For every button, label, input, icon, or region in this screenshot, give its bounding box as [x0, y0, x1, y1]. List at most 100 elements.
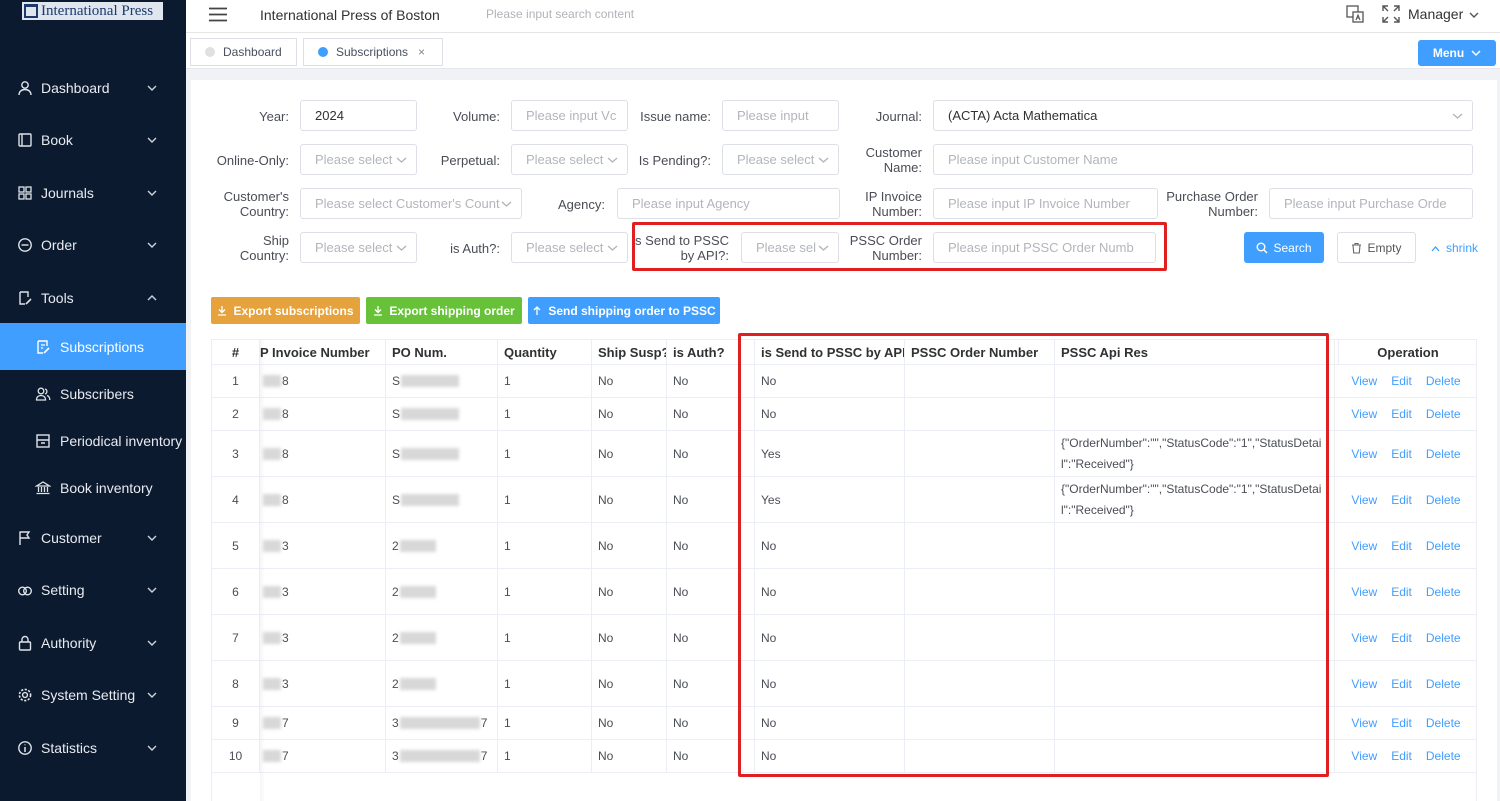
edit-link[interactable]: Edit: [1391, 585, 1412, 599]
invoice-tail: 3: [282, 538, 289, 553]
sidebar-item-statistics[interactable]: Statistics: [0, 725, 186, 771]
bank-icon: [35, 480, 51, 494]
ip-invoice-input[interactable]: Please input IP Invoice Number: [933, 188, 1158, 219]
customer-name-input[interactable]: Please input Customer Name: [933, 144, 1473, 175]
empty-button[interactable]: Empty: [1337, 232, 1416, 263]
sidebar-item-journals[interactable]: Journals: [0, 170, 186, 216]
cell-quantity: 1: [498, 615, 592, 661]
redacted-text: [401, 408, 460, 420]
tab-subscriptions[interactable]: Subscriptions ×: [303, 38, 443, 66]
sidebar-item-tools[interactable]: Tools: [0, 275, 186, 321]
cell-is-send-pssc: No: [755, 365, 905, 398]
menu-button[interactable]: Menu: [1418, 40, 1496, 66]
label-line: Number:: [1208, 204, 1258, 219]
view-link[interactable]: View: [1351, 493, 1377, 507]
delete-link[interactable]: Delete: [1426, 677, 1461, 691]
view-link[interactable]: View: [1351, 631, 1377, 645]
sidebar-item-book[interactable]: Book: [0, 117, 186, 163]
cell-ship-susp: No: [592, 707, 667, 740]
sidebar-item-customer[interactable]: Customer: [0, 515, 186, 561]
delete-link[interactable]: Delete: [1426, 749, 1461, 763]
volume-input[interactable]: Please input Vc: [511, 100, 628, 131]
view-link[interactable]: View: [1351, 407, 1377, 421]
sidebar-item-periodical-inventory[interactable]: Periodical inventory: [0, 417, 186, 464]
purchase-order-input[interactable]: Please input Purchase Orde: [1269, 188, 1473, 219]
edit-link[interactable]: Edit: [1391, 631, 1412, 645]
journal-select[interactable]: (ACTA) Acta Mathematica: [933, 100, 1473, 131]
delete-link[interactable]: Delete: [1426, 493, 1461, 507]
sidebar-item-authority[interactable]: Authority: [0, 620, 186, 666]
sidebar-item-book-inventory[interactable]: Book inventory: [0, 464, 186, 511]
agency-input[interactable]: Please input Agency: [617, 188, 840, 219]
view-link[interactable]: View: [1351, 539, 1377, 553]
header-search-input[interactable]: [486, 7, 686, 21]
close-icon[interactable]: ×: [418, 45, 425, 59]
edit-link[interactable]: Edit: [1391, 374, 1412, 388]
is-send-pssc-select[interactable]: Please sel: [741, 232, 839, 263]
export-subscriptions-button[interactable]: Export subscriptions: [211, 297, 360, 324]
issue-name-input[interactable]: Please input: [722, 100, 839, 131]
perpetual-select[interactable]: Please select: [511, 144, 628, 175]
delete-link[interactable]: Delete: [1426, 631, 1461, 645]
edit-link[interactable]: Edit: [1391, 716, 1412, 730]
delete-link[interactable]: Delete: [1426, 716, 1461, 730]
hamburger-menu-icon[interactable]: [209, 7, 227, 22]
sidebar-item-system-setting[interactable]: System Setting: [0, 672, 186, 718]
pssc-order-placeholder: Please input PSSC Order Numb: [948, 240, 1134, 255]
delete-link[interactable]: Delete: [1426, 407, 1461, 421]
delete-link[interactable]: Delete: [1426, 585, 1461, 599]
view-link[interactable]: View: [1351, 677, 1377, 691]
export-shipping-button[interactable]: Export shipping order: [366, 297, 522, 324]
view-link[interactable]: View: [1351, 374, 1377, 388]
edit-link[interactable]: Edit: [1391, 539, 1412, 553]
cell-ship-susp: No: [592, 477, 667, 523]
view-link[interactable]: View: [1351, 716, 1377, 730]
sidebar-item-setting[interactable]: Setting: [0, 567, 186, 613]
customers-country-select[interactable]: Please select Customer's Count: [300, 188, 522, 219]
view-link[interactable]: View: [1351, 585, 1377, 599]
year-input[interactable]: 2024: [300, 100, 417, 131]
cell-quantity: 1: [498, 477, 592, 523]
search-button[interactable]: Search: [1244, 232, 1324, 263]
translate-icon[interactable]: [1346, 5, 1364, 23]
online-only-select[interactable]: Please select: [300, 144, 417, 175]
chevron-down-icon[interactable]: [1468, 10, 1480, 20]
user-menu[interactable]: Manager: [1408, 6, 1463, 22]
send-shipping-button[interactable]: Send shipping order to PSSC: [528, 297, 720, 324]
view-link[interactable]: View: [1351, 447, 1377, 461]
delete-link[interactable]: Delete: [1426, 539, 1461, 553]
sidebar-item-subscribers[interactable]: Subscribers: [0, 370, 186, 417]
edit-link[interactable]: Edit: [1391, 447, 1412, 461]
pssc-order-input[interactable]: Please input PSSC Order Numb: [933, 232, 1156, 263]
tab-dashboard[interactable]: Dashboard: [190, 38, 297, 66]
cell-is-send-pssc: No: [755, 398, 905, 431]
ship-country-select[interactable]: Please select: [300, 232, 417, 263]
fullscreen-icon[interactable]: [1382, 5, 1400, 23]
sidebar-item-dashboard[interactable]: Dashboard: [0, 65, 186, 111]
filter-label-is-auth: is Auth?:: [450, 241, 500, 256]
shrink-label: shrink: [1446, 241, 1479, 255]
row-number: 6: [232, 584, 239, 599]
cell-quantity: 1: [498, 707, 592, 740]
row-number: 9: [232, 716, 239, 730]
sidebar-item-order[interactable]: Order: [0, 222, 186, 268]
cell-po-num: S: [386, 398, 498, 431]
is-send-pssc: Yes: [761, 446, 781, 461]
delete-link[interactable]: Delete: [1426, 447, 1461, 461]
shrink-toggle[interactable]: shrink: [1431, 241, 1478, 255]
main-content: Year: 2024 Volume: Please input Vc Issue…: [191, 80, 1497, 801]
ship-susp: No: [598, 749, 614, 763]
is-pending-select[interactable]: Please select: [722, 144, 839, 175]
sidebar-item-subscriptions[interactable]: Subscriptions: [0, 323, 186, 370]
is-auth-select[interactable]: Please select: [511, 232, 628, 263]
users-icon: [35, 387, 51, 401]
edit-link[interactable]: Edit: [1391, 407, 1412, 421]
edit-link[interactable]: Edit: [1391, 493, 1412, 507]
edit-link[interactable]: Edit: [1391, 749, 1412, 763]
trash-icon: [1352, 242, 1362, 254]
view-link[interactable]: View: [1351, 749, 1377, 763]
app-logo[interactable]: International Press: [22, 2, 163, 20]
delete-link[interactable]: Delete: [1426, 374, 1461, 388]
cell-invoice: 8: [260, 477, 386, 523]
edit-link[interactable]: Edit: [1391, 677, 1412, 691]
